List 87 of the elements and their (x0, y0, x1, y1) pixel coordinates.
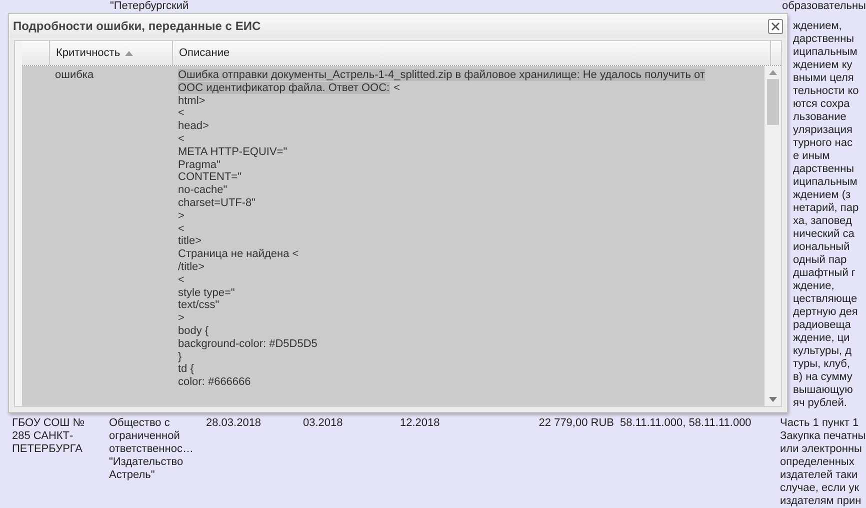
severity-cell-text: ошибка (55, 69, 95, 83)
table-cell-text: ПЕТЕРБУРГА (12, 443, 84, 456)
scroll-up-icon[interactable] (769, 70, 777, 75)
description-text: ются сохра (793, 98, 851, 111)
description-text: дарственны (793, 33, 856, 46)
table-cell-text: 58.11.11.000, 58.11.11.000 (620, 417, 752, 430)
table-cell-text: издателей таки (780, 469, 859, 482)
code-line: Pragma" (178, 158, 222, 172)
description-text: образовательны (782, 0, 866, 13)
close-button[interactable] (768, 18, 783, 34)
table-cell-text: Общество с (109, 417, 171, 430)
table-cell-text: определенных (780, 456, 856, 469)
code-line: < (178, 222, 186, 236)
column-header[interactable]: Критичность (50, 41, 173, 65)
description-text: туры, клуб, (793, 358, 852, 371)
description-text: дшафтный г (793, 267, 856, 280)
code-line: text/css" (178, 299, 220, 312)
description-text: яч рублей. (793, 397, 848, 410)
description-text: нический са (793, 228, 856, 241)
table-cell-text: Астрель" (109, 469, 156, 482)
description-text: дарственны (793, 163, 856, 176)
scroll-down-icon[interactable] (769, 397, 777, 402)
code-line: /title> (178, 260, 206, 274)
table-cell-text: ответственнос… (109, 443, 194, 456)
scroll-thumb[interactable] (767, 79, 779, 125)
close-icon (771, 22, 780, 30)
code-line: style type=" (178, 286, 236, 300)
table-cell-text: Закупка печатны (780, 430, 866, 443)
code-line: td { (178, 363, 195, 376)
code-line: > (178, 312, 186, 325)
code-line: html> (178, 94, 206, 108)
organization-text: "Петербургский (110, 0, 189, 13)
description-text: культуры, д (793, 345, 853, 358)
code-line: no-cache" (178, 184, 228, 197)
description-text: одный пар (793, 254, 848, 267)
description-text: тельности ко (793, 85, 859, 98)
description-text: турного нас (793, 137, 854, 150)
table-cell-text: 03.2018 (303, 417, 344, 430)
column-header[interactable]: Описание (173, 41, 771, 65)
table-cell-text: 28.03.2018 (206, 417, 262, 430)
description-text: льзование (793, 111, 848, 124)
description-text: иципальным (793, 46, 858, 59)
table-cell-text: "Издательство (109, 456, 184, 469)
code-line: Страница не найдена < (178, 248, 300, 261)
table-cell-text: 12.2018 (400, 417, 441, 430)
code-line: head> (178, 120, 210, 133)
description-text: уляризация (793, 124, 854, 137)
description-text: иональный (793, 241, 851, 254)
description-text: ждение, (793, 280, 836, 293)
description-text: ха, заповед (793, 215, 853, 228)
table-cell-text: или электронны (780, 443, 863, 456)
code-line: META HTTP-EQUIV=" (178, 146, 288, 159)
description-text: ждением ку (793, 59, 854, 72)
description-text: иципальным (793, 176, 858, 189)
description-text: дертную дея (793, 306, 859, 319)
code-line: title> (178, 235, 203, 248)
description-text: ждение, ци (793, 332, 851, 345)
code-line: } (178, 350, 183, 364)
description-text: радиовеща (793, 319, 852, 332)
table-cell-text: случае, если ук (780, 482, 860, 495)
description-text: вными целя (793, 72, 855, 85)
code-line: background-color: #D5D5D5 (178, 338, 318, 351)
dialog-title: Подробности ошибки, переданные с ЕИС (13, 19, 261, 33)
description-text: е иным (793, 150, 831, 163)
table-cell-text: 22 779,00 RUB (538, 417, 614, 430)
table-cell-text: издателям прин (780, 495, 862, 508)
code-line: CONTENT=" (178, 171, 242, 184)
table-cell-text: 285 САНКТ- (12, 430, 74, 443)
code-line: < (178, 107, 186, 120)
code-line: < (178, 132, 186, 146)
description-text: вышающую (793, 384, 854, 397)
description-text: в) на сумму (793, 371, 854, 384)
code-line: < (178, 274, 186, 287)
code-line: color: #666666 (178, 376, 252, 389)
description-text: цествляюще (793, 293, 858, 306)
code-line: > (178, 210, 186, 223)
description-text: нетарий, пар (793, 202, 859, 215)
code-line: body { (178, 324, 210, 338)
table-cell-text: Часть 1 пункт 1 (780, 417, 860, 430)
description-text: ждением, (793, 20, 843, 33)
header-cell (771, 41, 781, 65)
sort-icon (125, 50, 134, 56)
table-cell-text: ограниченной (109, 430, 181, 443)
description-text: ждением (з (793, 189, 852, 202)
vertical-scrollbar[interactable] (764, 66, 781, 406)
code-line: charset=UTF-8" (178, 196, 257, 210)
table-cell-text: ГБОУ СОШ № (12, 417, 86, 430)
